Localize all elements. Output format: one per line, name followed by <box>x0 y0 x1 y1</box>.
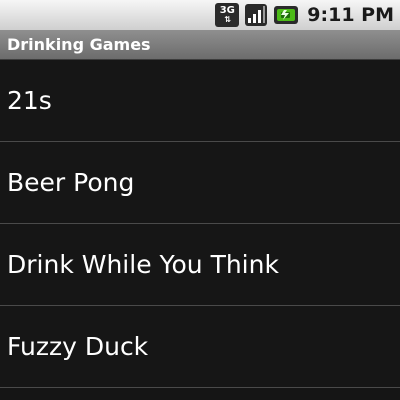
status-time: 9:11 PM <box>307 4 394 26</box>
battery-charging-icon <box>273 4 299 26</box>
app-title: Drinking Games <box>7 35 151 54</box>
list-item-label: Fuzzy Duck <box>7 332 149 361</box>
list-item-21s[interactable]: 21s <box>0 60 400 142</box>
list-item-beer-pong[interactable]: Beer Pong <box>0 142 400 224</box>
data-activity-arrows-icon: ⇅ <box>224 15 231 24</box>
list-item-label: Beer Pong <box>7 168 135 197</box>
phone-screen: 3G ⇅ 9:11 PM Drinking Games 21s Beer Pon… <box>0 0 400 400</box>
network-3g-icon: 3G ⇅ <box>215 3 240 27</box>
list-item-label: 21s <box>7 86 52 115</box>
signal-strength-icon <box>244 3 268 27</box>
app-title-bar: Drinking Games <box>0 30 400 60</box>
list-item-label: Drink While You Think <box>7 250 279 279</box>
game-list: 21s Beer Pong Drink While You Think Fuzz… <box>0 60 400 388</box>
list-item-fuzzy-duck[interactable]: Fuzzy Duck <box>0 306 400 388</box>
list-item-drink-while-you-think[interactable]: Drink While You Think <box>0 224 400 306</box>
status-bar: 3G ⇅ 9:11 PM <box>0 0 400 30</box>
